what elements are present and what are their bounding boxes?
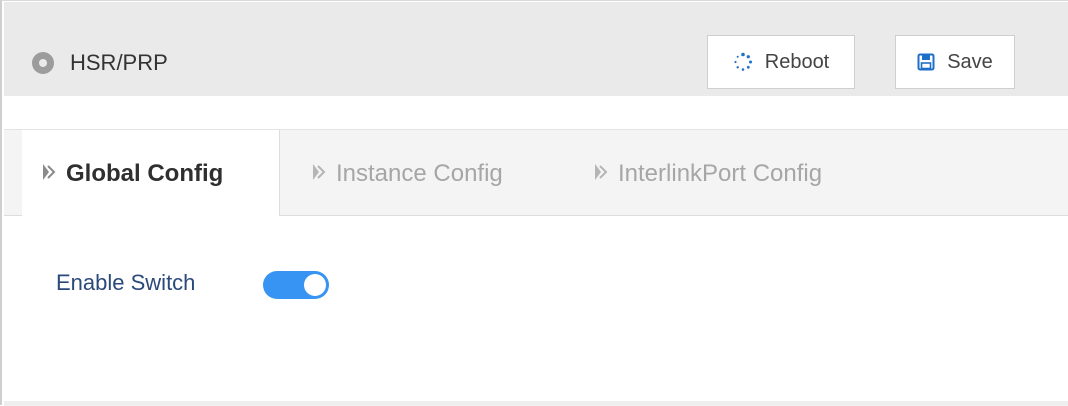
header-spacer (4, 96, 1068, 129)
global-config-panel: Enable Switch (4, 216, 1068, 401)
tab-instance-config[interactable]: Instance Config (312, 130, 503, 217)
chevron-right-icon (312, 160, 326, 188)
enable-switch-label: Enable Switch (56, 270, 196, 295)
spinner-icon (733, 52, 753, 72)
reboot-button[interactable]: Reboot (707, 35, 855, 89)
location-pin-icon (32, 52, 54, 74)
enable-switch-toggle[interactable] (263, 271, 329, 299)
reboot-button-label: Reboot (764, 50, 830, 73)
chevron-right-icon (594, 160, 608, 188)
tab-interlinkport-config-label: InterlinkPort Config (618, 159, 823, 187)
toggle-knob (304, 274, 326, 296)
page-title: HSR/PRP (70, 50, 168, 75)
app-frame: HSR/PRP Reboot Save Global Config Instan… (0, 0, 1068, 406)
tab-bar: Global Config Instance Config InterlinkP… (4, 129, 1068, 218)
chevron-right-icon (42, 160, 56, 188)
save-button[interactable]: Save (895, 35, 1015, 89)
tab-instance-config-label: Instance Config (336, 159, 503, 187)
tab-global-config[interactable]: Global Config (22, 130, 280, 218)
floppy-disk-icon (917, 53, 935, 71)
page-header: HSR/PRP Reboot Save (4, 2, 1068, 96)
save-button-label: Save (947, 50, 993, 73)
tab-interlinkport-config[interactable]: InterlinkPort Config (594, 130, 822, 217)
tab-global-config-label: Global Config (66, 160, 224, 187)
bottom-divider (4, 401, 1068, 406)
